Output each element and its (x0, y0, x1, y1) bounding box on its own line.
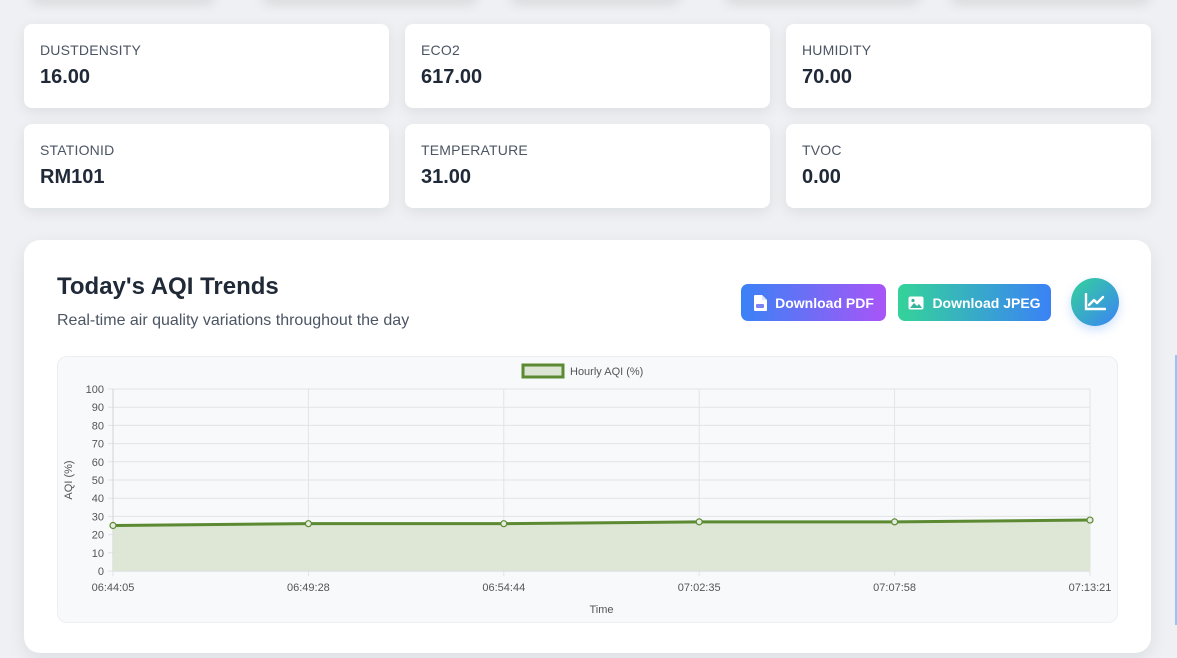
data-point (890, 518, 899, 526)
x-tick-label: 06:54:44 (482, 582, 525, 594)
stat-label: STATIONID (40, 142, 115, 158)
x-tick-label: 07:07:58 (873, 582, 916, 594)
y-tick-label: 10 (92, 548, 104, 560)
data-point (695, 518, 703, 526)
download-pdf-label: Download PDF (775, 294, 874, 311)
stat-label: TEMPERATURE (421, 142, 528, 158)
y-tick-label: 100 (86, 384, 104, 396)
stat-value: 70.00 (802, 66, 853, 88)
trends-subtitle: Real-time air quality variations through… (57, 312, 410, 329)
y-tick-label: 30 (92, 511, 104, 523)
stat-value: 617.00 (421, 66, 483, 88)
x-tick-label: 06:44:05 (92, 582, 135, 594)
y-tick-label: 0 (98, 566, 104, 578)
top-cards-edge (0, 0, 1177, 10)
stat-card-dustdensity: DUSTDENSITY 16.00 (24, 24, 389, 108)
data-point (109, 521, 117, 530)
y-tick-label: 80 (92, 420, 104, 432)
dashboard-page: DUSTDENSITY 16.00 ECO2 617.00 HUMIDITY 7… (0, 0, 1177, 658)
series-area (113, 520, 1090, 571)
x-tick-label: 07:13:21 (1069, 582, 1112, 594)
image-icon (908, 296, 924, 309)
stat-card-humidity: HUMIDITY 70.00 (786, 24, 1151, 108)
data-point (1086, 516, 1094, 524)
aqi-trends-card: Today's AQI Trends Real-time air quality… (24, 240, 1151, 653)
data-point (500, 520, 508, 528)
stat-value: 16.00 (40, 66, 91, 88)
stat-label: HUMIDITY (802, 42, 872, 58)
legend-swatch (521, 363, 565, 379)
x-axis-title: Time (589, 604, 613, 616)
y-tick-label: 40 (92, 493, 104, 505)
stat-label: TVOC (802, 142, 842, 158)
stat-label: ECO2 (421, 42, 460, 58)
x-tick-label: 07:02:35 (678, 582, 721, 594)
y-tick-label: 90 (92, 402, 104, 414)
download-jpeg-label: Download JPEG (932, 294, 1041, 311)
aqi-chart: 0 10 20 30 40 50 60 70 80 90 100 06:44:05 06:49:28 06… (57, 356, 1118, 623)
stat-value: 0.00 (802, 166, 841, 188)
chart-line-icon (1071, 278, 1119, 326)
y-tick-label: 20 (92, 530, 104, 542)
stat-card-eco2: ECO2 617.00 (405, 24, 770, 108)
y-axis-title: AQI (%) (63, 460, 75, 499)
stat-value: RM101 (40, 166, 105, 188)
x-tick-label: 06:49:28 (287, 582, 330, 594)
y-tick-label: 50 (92, 475, 104, 487)
download-jpeg-button[interactable]: Download JPEG (898, 284, 1051, 321)
stat-label: DUSTDENSITY (40, 42, 141, 58)
trends-title: Today's AQI Trends (57, 273, 279, 300)
aqi-chart-svg: 0 10 20 30 40 50 60 70 80 90 100 06:44:05 06:49:28 06… (63, 363, 1112, 616)
stat-value: 31.00 (421, 166, 472, 188)
pdf-file-icon (754, 294, 768, 311)
y-tick-label: 60 (92, 457, 104, 469)
download-pdf-button[interactable]: Download PDF (741, 284, 886, 321)
data-point (304, 520, 312, 528)
stat-card-stationid: STATIONID RM101 (24, 124, 389, 208)
stat-card-tvoc: TVOC 0.00 (786, 124, 1151, 208)
legend-label: Hourly AQI (%) (570, 366, 643, 378)
y-tick-label: 70 (92, 439, 104, 451)
stat-card-temperature: TEMPERATURE 31.00 (405, 124, 770, 208)
